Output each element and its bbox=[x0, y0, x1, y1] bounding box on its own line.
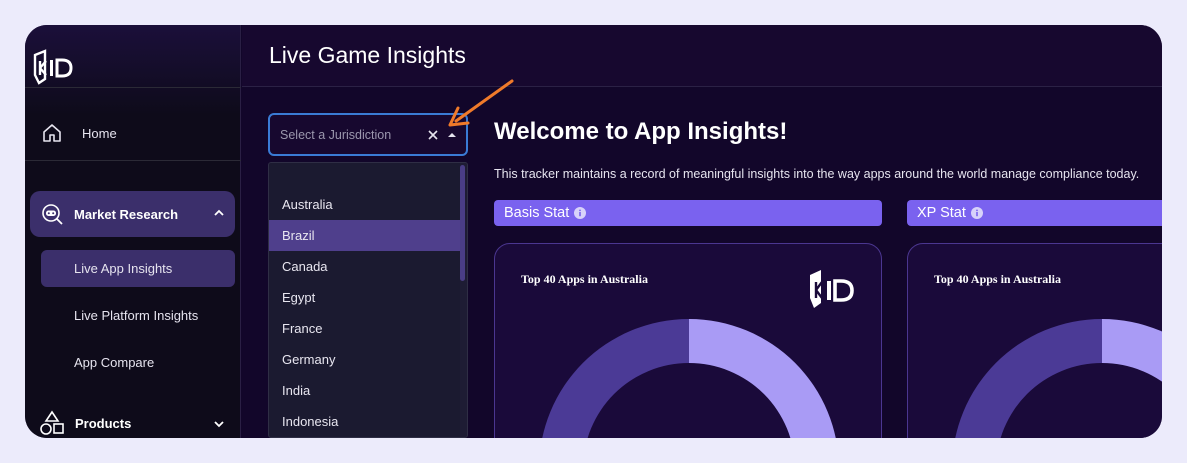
basis-stat-bar[interactable]: Basis Stat bbox=[494, 200, 882, 226]
stat-label: Basis Stat bbox=[504, 205, 570, 221]
jurisdiction-option[interactable]: India bbox=[269, 375, 462, 406]
sidebar-subitem-label: App Compare bbox=[74, 355, 155, 370]
info-icon[interactable] bbox=[574, 207, 587, 219]
annotation-arrow-icon bbox=[448, 79, 514, 127]
sidebar-subitem-label: Live App Insights bbox=[74, 261, 173, 276]
jurisdiction-option[interactable]: Brazil bbox=[269, 220, 462, 251]
top-apps-card: Top 40 Apps in Australia bbox=[494, 243, 882, 438]
jurisdiction-option[interactable]: Germany bbox=[269, 344, 462, 375]
k-id-logo-icon bbox=[810, 270, 854, 308]
sidebar-subitem-label: Live Platform Insights bbox=[74, 308, 199, 323]
welcome-title: Welcome to App Insights! bbox=[494, 118, 788, 145]
page-header: Live Game Insights bbox=[242, 25, 1162, 87]
donut-chart bbox=[542, 319, 836, 438]
jurisdiction-option[interactable]: Egypt bbox=[269, 282, 462, 313]
donut-segment-dark bbox=[542, 319, 689, 438]
jurisdiction-option[interactable]: Canada bbox=[269, 251, 462, 282]
chevron-down-icon[interactable] bbox=[213, 418, 225, 430]
jurisdiction-option[interactable]: Ireland bbox=[269, 437, 462, 438]
sidebar-subitem-app-compare[interactable]: App Compare bbox=[41, 344, 235, 381]
info-icon[interactable] bbox=[970, 207, 983, 219]
sidebar-item-label: Market Research bbox=[74, 206, 179, 222]
jurisdiction-option[interactable]: Indonesia bbox=[269, 406, 462, 437]
app-window: Home Market Research Live App Insights L… bbox=[25, 25, 1162, 438]
donut-segment-light bbox=[1102, 319, 1162, 382]
card-title: Top 40 Apps in Australia bbox=[521, 272, 648, 286]
gamepad-search-icon bbox=[42, 204, 63, 225]
sidebar-divider bbox=[25, 160, 241, 161]
xp-stat-bar[interactable]: XP Stat bbox=[907, 200, 1162, 226]
sidebar-item-home[interactable]: Home bbox=[35, 119, 235, 147]
sidebar-subitem-live-platform-insights[interactable]: Live Platform Insights bbox=[41, 297, 235, 334]
shapes-icon bbox=[40, 410, 64, 435]
home-icon bbox=[43, 124, 61, 142]
donut-chart bbox=[955, 319, 1162, 438]
jurisdiction-select[interactable] bbox=[268, 113, 468, 156]
sidebar: Home Market Research Live App Insights L… bbox=[25, 25, 241, 438]
chevron-up-icon[interactable] bbox=[213, 207, 225, 219]
sidebar-item-label: Home bbox=[82, 125, 117, 141]
donut-segment-dark bbox=[955, 319, 1102, 438]
stat-label: XP Stat bbox=[917, 205, 966, 221]
donut-segment-light bbox=[689, 319, 836, 438]
jurisdiction-input[interactable] bbox=[280, 125, 420, 145]
sidebar-item-label: Products bbox=[75, 415, 132, 431]
close-icon[interactable] bbox=[426, 128, 440, 142]
caret-up-icon[interactable] bbox=[447, 131, 457, 139]
scrollbar-thumb[interactable] bbox=[460, 165, 465, 281]
jurisdiction-dropdown-list: Australia Brazil Canada Egypt France Germany I… bbox=[268, 162, 468, 438]
page-title: Live Game Insights bbox=[269, 42, 466, 68]
jurisdiction-option[interactable]: France bbox=[269, 313, 462, 344]
card-title: Top 40 Apps in Australia bbox=[934, 272, 1061, 286]
sidebar-subitem-live-app-insights[interactable]: Live App Insights bbox=[41, 250, 235, 287]
sidebar-item-market-research[interactable]: Market Research bbox=[30, 191, 235, 237]
top-apps-card: Top 40 Apps in Australia bbox=[907, 243, 1162, 438]
welcome-description: This tracker maintains a record of meani… bbox=[494, 167, 1140, 181]
jurisdiction-option[interactable]: Australia bbox=[269, 189, 462, 220]
sidebar-divider bbox=[25, 87, 241, 88]
k-id-logo-icon[interactable] bbox=[31, 49, 75, 87]
sidebar-item-products[interactable]: Products bbox=[35, 408, 235, 438]
